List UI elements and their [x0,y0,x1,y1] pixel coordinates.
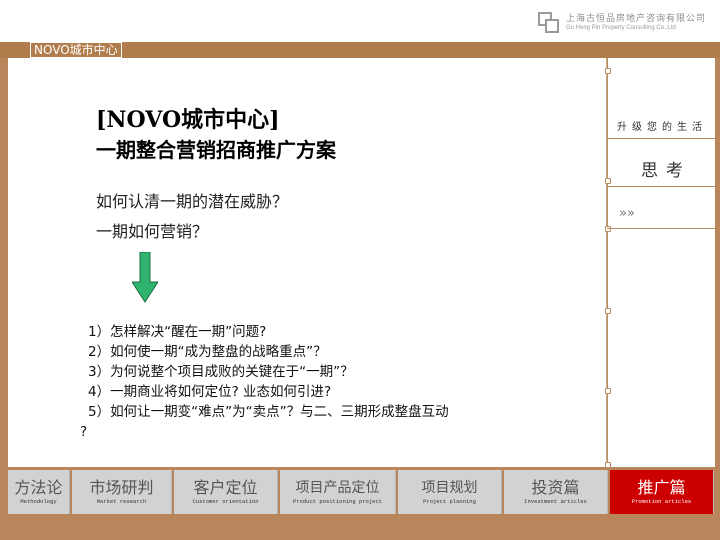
gg-logo-icon [537,12,560,34]
list-item: ? [80,424,88,440]
page-title: [NOVO城市中心] [96,107,280,133]
bottom-nav: 方法论 Methodology 市场研判 Market research 客户定… [8,470,714,514]
nav-tab-promotion[interactable]: 推广篇 Promotion articles [610,470,714,514]
page-subtitle: 一期整合营销招商推广方案 [96,138,336,162]
nav-tab-customer-orientation[interactable]: 客户定位 Customer orientation [174,470,278,514]
list-item: 3）为何说整个项目成败的关键在于“一期”？ [88,364,354,380]
list-item: 5）如何让一期变“难点”为“卖点”？与二、三期形成整盘互动 [88,404,449,420]
list-item: 1）怎样解决“醒在一期”问题? [88,324,267,340]
main-content: [NOVO城市中心] 一期整合营销招商推广方案 如何认清一期的潜在威胁？ 一期如… [8,58,606,467]
side-caption: 升级您的生活 [617,122,707,133]
nav-tab-label: 投资篇 [531,478,580,497]
company-name-cn: 上海古恒品房地产咨询有限公司 [565,13,706,24]
nav-tab-investment[interactable]: 投资篇 Investment articles [504,470,608,514]
side-title: 思考 [641,161,691,181]
nav-tab-sublabel: Product positioning project [292,498,383,505]
down-arrow-icon [132,252,158,303]
nav-tab-market-research[interactable]: 市场研判 Market research [72,470,172,514]
nav-tab-sublabel: Promotion articles [631,498,692,505]
side-panel: 升级您的生活 思考 »» [605,58,715,468]
nav-tab-label: 方法论 [14,478,63,497]
nav-tab-sublabel: Investment articles [524,498,587,505]
nav-tab-methodology[interactable]: 方法论 Methodology [8,470,70,514]
question-2: 一期如何营销？ [96,222,209,241]
nav-tab-label: 客户定位 [193,478,258,497]
company-name-en: Gu Heng Pin Property Consulting Co.,Ltd [565,24,676,31]
company-logo: 上海古恒品房地产咨询有限公司 Gu Heng Pin Property Cons… [537,12,706,34]
nav-tab-label: 市场研判 [89,478,154,497]
brand-tab: NOVO城市中心 [30,42,122,58]
nav-tab-label: 项目产品定位 [295,480,380,496]
double-chevron-right-icon[interactable]: »» [619,206,635,221]
list-item: 2）如何使一期“成为整盘的战略重点”？ [88,344,327,360]
nav-tab-sublabel: Methodology [20,498,57,505]
nav-tab-product-positioning[interactable]: 项目产品定位 Product positioning project [280,470,396,514]
nav-tab-sublabel: Market research [96,498,147,505]
question-1: 如何认清一期的潜在威胁？ [96,192,289,211]
bottom-frame [0,516,720,540]
header-bar: 上海古恒品房地产咨询有限公司 Gu Heng Pin Property Cons… [0,0,720,42]
nav-tab-label: 推广篇 [637,478,686,497]
question-list: 1）怎样解决“醒在一期”问题? 2）如何使一期“成为整盘的战略重点”？ 3）为何… [80,322,588,442]
nav-tab-sublabel: Customer orientation [192,498,259,505]
nav-tab-label: 项目规划 [421,480,478,496]
nav-tab-project-planning[interactable]: 项目规划 Project planning [398,470,502,514]
list-item: 4）一期商业将如何定位? 业态如何引进? [88,384,332,400]
nav-tab-sublabel: Project planning [423,498,476,505]
